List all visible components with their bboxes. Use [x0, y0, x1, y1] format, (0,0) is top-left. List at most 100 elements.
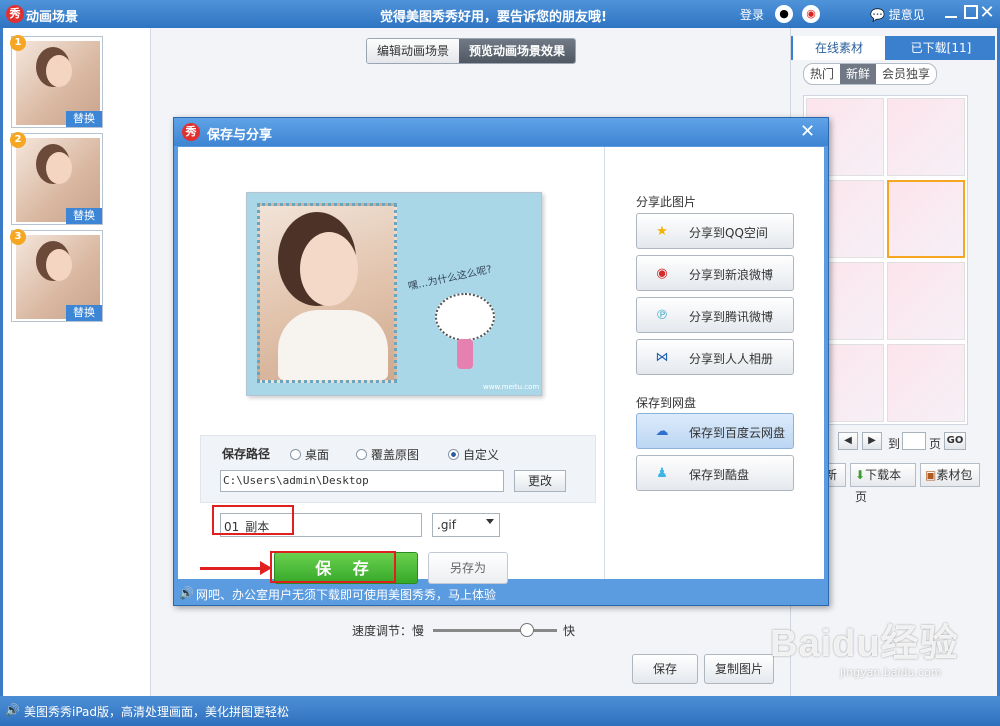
tab-downloaded[interactable]: 已下载[11]: [891, 36, 991, 60]
dialog-footer-link[interactable]: 网吧、办公室用户无须下载即可使用美图秀秀，马上体验: [196, 586, 496, 603]
material-bag-button[interactable]: ▣素材包: [920, 463, 980, 487]
radio-custom[interactable]: 自定义: [448, 446, 499, 463]
bag-icon: ▣: [925, 468, 937, 482]
cartoon-legs: [457, 339, 473, 369]
radio-custom-dot: [448, 449, 459, 460]
speaker-icon: 🔊: [179, 586, 194, 600]
app-logo-icon: 秀: [6, 5, 24, 23]
minimize-icon[interactable]: [944, 6, 958, 20]
qq-icon[interactable]: ●: [775, 5, 793, 23]
speed-slider-track[interactable]: [433, 629, 557, 632]
pointer-arrow-shaft: [200, 567, 262, 570]
filter-new[interactable]: 新鲜: [840, 64, 877, 84]
filter-hot[interactable]: 热门: [804, 64, 840, 84]
next-page-button[interactable]: ▶: [862, 432, 882, 450]
frame-thumb-1[interactable]: 1 替换: [10, 35, 103, 128]
save-share-dialog: 秀 保存与分享 ✕ 嘿…为什么这么呢? www.meitu.com 保存路径 桌…: [173, 117, 829, 606]
frame-number-badge: 1: [10, 35, 26, 51]
view-tabs: 编辑动画场景 预览动画场景效果: [366, 38, 577, 64]
baidu-cloud-icon: ☁: [655, 424, 669, 439]
weibo-icon: ◉: [656, 266, 668, 281]
download-page-button[interactable]: ⬇下载本页: [850, 463, 916, 504]
change-path-button[interactable]: 更改: [514, 470, 566, 492]
filename-highlight-box: [212, 505, 294, 535]
tab-edit-scene[interactable]: 编辑动画场景: [367, 39, 460, 63]
frame-thumb-3[interactable]: 3 替换: [10, 229, 103, 322]
radio-overwrite-dot: [356, 449, 367, 460]
frame-number-badge: 2: [10, 132, 26, 148]
save-kupan-label: 保存到酷盘: [689, 468, 750, 482]
close-window-icon[interactable]: ✕: [979, 2, 995, 23]
save-scene-button[interactable]: 保存: [632, 654, 698, 684]
dialog-title: 保存与分享: [207, 128, 273, 143]
radio-desktop-label: 桌面: [305, 448, 330, 462]
radio-desktop-dot: [290, 449, 301, 460]
extension-select[interactable]: .gif: [432, 513, 500, 537]
watermark-url: jingyan.baidu.com: [840, 666, 942, 679]
scene-preview-image: 嘿…为什么这么呢? www.meitu.com: [246, 192, 542, 396]
page-label: 页: [929, 437, 942, 451]
cloud-section-title: 保存到网盘: [636, 396, 697, 410]
maximize-icon[interactable]: [964, 5, 978, 19]
download-icon: ⬇: [855, 468, 866, 482]
filter-vip[interactable]: 会员独享: [876, 64, 936, 84]
share-renren-button[interactable]: ⋈ 分享到人人相册: [636, 339, 794, 375]
save-kupan-button[interactable]: ♟ 保存到酷盘: [636, 455, 794, 491]
dialog-footer: 🔊 网吧、办公室用户无须下载即可使用美图秀秀，马上体验: [174, 580, 828, 606]
tab-preview-scene[interactable]: 预览动画场景效果: [459, 39, 576, 63]
material-bag-label: 素材包: [936, 468, 973, 482]
radio-overwrite[interactable]: 覆盖原图: [356, 446, 419, 463]
dialog-divider: [604, 147, 605, 579]
share-qzone-button[interactable]: ★ 分享到QQ空间: [636, 213, 794, 249]
renren-icon: ⋈: [655, 350, 669, 365]
status-promo-link[interactable]: 美图秀秀iPad版，高清处理画面，美化拼图更轻松: [24, 703, 289, 720]
share-tencent-weibo-button[interactable]: ℗ 分享到腾讯微博: [636, 297, 794, 333]
replace-button[interactable]: 替换: [66, 208, 102, 224]
tencent-weibo-icon: ℗: [655, 308, 669, 323]
goto-label: 到: [888, 437, 901, 451]
share-renren-label: 分享到人人相册: [689, 352, 774, 366]
save-baidu-cloud-button[interactable]: ☁ 保存到百度云网盘: [636, 413, 794, 449]
share-sina-weibo-label: 分享到新浪微博: [689, 268, 774, 282]
save-path-input[interactable]: C:\Users\admin\Desktop: [220, 470, 504, 492]
frame-thumb-2[interactable]: 2 替换: [10, 132, 103, 225]
speed-fast-label: 快: [563, 624, 576, 638]
dialog-logo-icon: 秀: [182, 123, 200, 141]
speaker-icon: 🔊: [5, 703, 20, 717]
prev-page-button[interactable]: ◀: [838, 432, 858, 450]
tab-online-materials[interactable]: 在线素材: [793, 36, 885, 60]
cartoon-character: [435, 293, 495, 341]
material-item-selected[interactable]: [887, 180, 965, 258]
feedback-label: 提意见: [888, 8, 925, 22]
dialog-body: 嘿…为什么这么呢? www.meitu.com 保存路径 桌面 覆盖原图 自定义…: [178, 147, 824, 584]
chevron-down-icon[interactable]: [486, 519, 494, 524]
frame-list: 1 替换 2 替换 3 替换: [3, 28, 151, 696]
radio-overwrite-label: 覆盖原图: [371, 448, 420, 462]
app-title: 动画场景: [26, 10, 79, 25]
weibo-icon[interactable]: ◉: [802, 5, 820, 23]
share-sina-weibo-button[interactable]: ◉ 分享到新浪微博: [636, 255, 794, 291]
preview-watermark-url: www.meitu.com: [483, 383, 540, 391]
material-item[interactable]: [887, 98, 965, 176]
save-baidu-cloud-label: 保存到百度云网盘: [689, 426, 786, 440]
cartoon-caption: 嘿…为什么这么呢?: [407, 264, 493, 293]
login-link[interactable]: 登录: [740, 6, 764, 23]
go-button[interactable]: GO: [944, 432, 966, 450]
slogan-text: 觉得美图秀秀好用，要告诉您的朋友哦!: [380, 10, 607, 25]
status-bar: 🔊 美图秀秀iPad版，高清处理画面，美化拼图更轻松: [0, 696, 1000, 726]
page-input[interactable]: [902, 432, 926, 450]
dialog-close-icon[interactable]: ✕: [800, 121, 815, 142]
preview-photo: [257, 203, 397, 383]
copy-image-button[interactable]: 复制图片: [704, 654, 774, 684]
replace-button[interactable]: 替换: [66, 305, 102, 321]
radio-custom-label: 自定义: [463, 448, 500, 462]
dialog-title-bar: 秀 保存与分享 ✕: [174, 118, 828, 146]
radio-desktop[interactable]: 桌面: [290, 446, 329, 463]
share-tencent-weibo-label: 分享到腾讯微博: [689, 310, 774, 324]
replace-button[interactable]: 替换: [66, 111, 102, 127]
frame-number-badge: 3: [10, 229, 26, 245]
feedback-link[interactable]: 💬 提意见: [870, 6, 925, 23]
material-tabs: 在线素材 已下载[11]: [791, 36, 995, 60]
material-item[interactable]: [887, 262, 965, 340]
material-item[interactable]: [887, 344, 965, 422]
